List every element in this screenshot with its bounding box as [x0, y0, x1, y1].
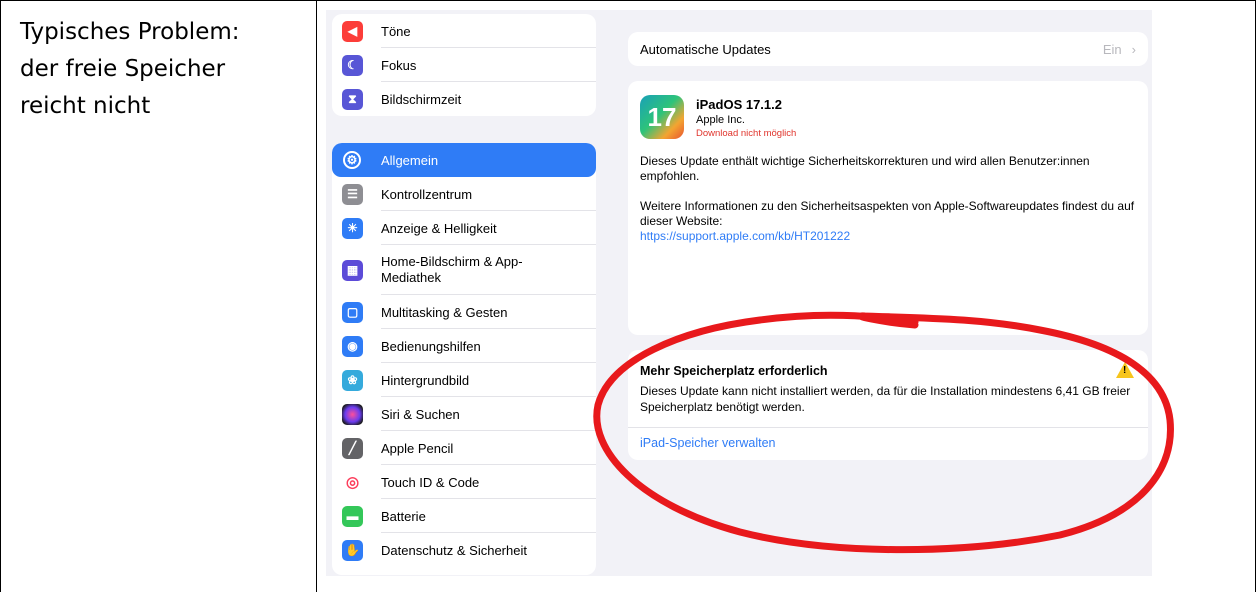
hourglass-icon: ⧗ — [342, 88, 363, 110]
battery-icon: ▬ — [342, 505, 363, 527]
accessibility-icon: ◉ — [342, 335, 363, 357]
sidebar-item-fokus[interactable]: ☾ Fokus — [332, 48, 596, 82]
security-info-link[interactable]: https://support.apple.com/kb/HT201222 — [640, 229, 1140, 244]
auto-updates-value: Ein › — [1102, 41, 1136, 57]
sidebar-item-label: Kontrollzentrum — [381, 186, 473, 202]
manage-storage-link[interactable]: iPad-Speicher verwalten — [640, 436, 776, 450]
sidebar-item-label: Fokus — [381, 57, 417, 73]
sidebar-item-multitasking[interactable]: ▢ Multitasking & Gesten — [332, 295, 596, 329]
update-error: Download nicht möglich — [696, 128, 797, 139]
caption-text: Typisches Problem: der freie Speicher re… — [20, 14, 300, 125]
chevron-right-icon: › — [1131, 41, 1136, 57]
sidebar-item-label: Apple Pencil — [381, 440, 454, 456]
sidebar-group-main: ⚙ Allgemein ☰ Kontrollzentrum ☀ Anzeige … — [332, 143, 596, 575]
hand-icon: ✋ — [342, 539, 363, 561]
update-title: iPadOS 17.1.2 — [696, 97, 782, 112]
sidebar-item-label: Multitasking & Gesten — [381, 304, 508, 320]
caption-line: der freie Speicher — [20, 56, 226, 82]
ipad-settings-screenshot: ◀ Töne ☾ Fokus ⧗ Bildschirmzeit ⚙ Allgem… — [326, 10, 1152, 576]
sidebar-item-label: Bildschirmzeit — [381, 91, 462, 107]
sidebar-item-anzeige[interactable]: ☀ Anzeige & Helligkeit — [332, 211, 596, 245]
settings-sidebar: ◀ Töne ☾ Fokus ⧗ Bildschirmzeit ⚙ Allgem… — [326, 10, 612, 576]
sidebar-item-label: Touch ID & Code — [381, 474, 480, 490]
ipados-app-icon: 17 — [640, 95, 684, 139]
warning-text: Dieses Update kann nicht installiert wer… — [640, 384, 1131, 414]
sidebar-item-touch-id[interactable]: ◎ Touch ID & Code — [332, 465, 596, 499]
auto-updates-label: Automatische Updates — [640, 41, 771, 57]
sidebar-item-hintergrundbild[interactable]: ❀ Hintergrundbild — [332, 363, 596, 397]
sidebar-item-label: Datenschutz & Sicherheit — [381, 542, 527, 558]
sidebar-item-kontrollzentrum[interactable]: ☰ Kontrollzentrum — [332, 177, 596, 211]
grid-icon: ▦ — [342, 259, 363, 281]
siri-icon — [342, 403, 363, 425]
caption-line: Typisches Problem: — [20, 19, 240, 45]
sidebar-item-apple-pencil[interactable]: ╱ Apple Pencil — [332, 431, 596, 465]
sidebar-item-siri[interactable]: Siri & Suchen — [332, 397, 596, 431]
caption-line: reicht nicht — [20, 93, 151, 119]
sidebar-item-batterie[interactable]: ▬ Batterie — [332, 499, 596, 533]
speaker-icon: ◀ — [342, 20, 363, 42]
gear-icon: ⚙ — [343, 151, 361, 169]
sidebar-item-label: Bedienungshilfen — [381, 338, 481, 354]
sidebar-item-label: Hintergrundbild — [381, 372, 470, 388]
sidebar-item-datenschutz[interactable]: ✋ Datenschutz & Sicherheit — [332, 533, 596, 567]
sidebar-item-label: Home-Bildschirm & App-Mediathek — [381, 254, 523, 285]
warning-triangle-icon: ! — [1116, 362, 1134, 378]
sidebar-item-bedienungshilfen[interactable]: ◉ Bedienungshilfen — [332, 329, 596, 363]
sidebar-item-label: Batterie — [381, 508, 426, 524]
sidebar-item-label: Anzeige & Helligkeit — [381, 220, 497, 236]
flower-icon: ❀ — [342, 369, 363, 391]
moon-icon: ☾ — [342, 54, 363, 76]
auto-updates-row[interactable]: Automatische Updates Ein › — [628, 32, 1148, 66]
multitask-icon: ▢ — [342, 301, 363, 323]
sidebar-group-top: ◀ Töne ☾ Fokus ⧗ Bildschirmzeit — [332, 14, 596, 116]
update-paragraph: Dieses Update enthält wichtige Sicherhei… — [640, 154, 1090, 183]
sidebar-item-label: Allgemein — [381, 152, 439, 168]
sun-icon: ☀ — [342, 217, 363, 239]
sidebar-item-allgemein[interactable]: ⚙ Allgemein — [332, 143, 596, 177]
sidebar-item-toene[interactable]: ◀ Töne — [332, 14, 596, 48]
software-update-pane: Automatische Updates Ein › 17 iPadOS 17.1… — [612, 10, 1152, 576]
sidebar-item-label: Töne — [381, 23, 411, 39]
update-paragraph: Weitere Informationen zu den Sicherheits… — [640, 199, 1135, 228]
sidebar-item-home-bildschirm[interactable]: ▦ Home-Bildschirm & App-Mediathek — [332, 245, 596, 295]
pencil-icon: ╱ — [342, 437, 363, 459]
fingerprint-icon: ◎ — [342, 471, 363, 493]
update-vendor: Apple Inc. — [696, 114, 745, 126]
update-card: 17 iPadOS 17.1.2 Apple Inc. Download nic… — [628, 81, 1148, 335]
sidebar-item-label: Siri & Suchen — [381, 406, 460, 422]
storage-warning-card: Mehr Speicherplatz erforderlich ! Dieses… — [628, 350, 1148, 460]
warning-title: Mehr Speicherplatz erforderlich — [640, 364, 828, 378]
toggle-icon: ☰ — [342, 183, 363, 205]
update-description: Dieses Update enthält wichtige Sicherhei… — [640, 154, 1140, 244]
sidebar-item-bildschirmzeit[interactable]: ⧗ Bildschirmzeit — [332, 82, 596, 116]
